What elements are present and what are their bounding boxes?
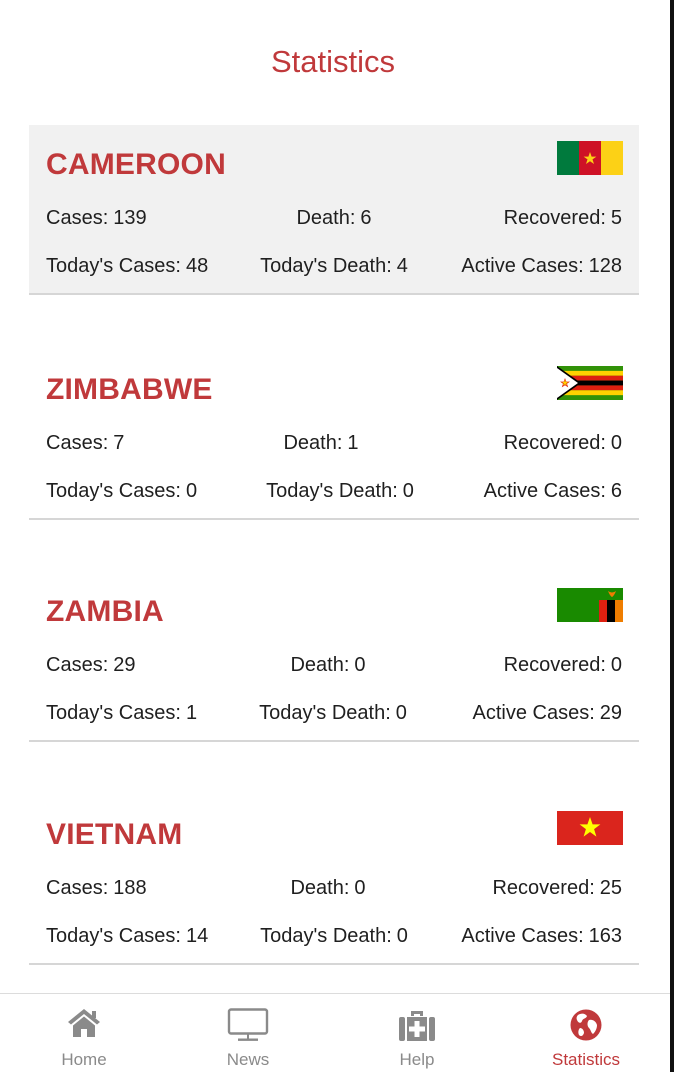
active-cases-stat: Active Cases: 128 — [461, 255, 622, 278]
death-value: 1 — [347, 432, 359, 454]
page-title: Statistics — [270, 44, 396, 79]
country-name: ZIMBABWE — [46, 373, 213, 406]
active-cases-value: 163 — [588, 925, 622, 947]
active-cases-value: 29 — [599, 702, 622, 724]
nav-item-news[interactable]: News — [164, 994, 332, 1073]
death-label: Death: — [290, 877, 350, 899]
death-value: 0 — [354, 654, 366, 676]
recovered-label: Recovered: — [503, 432, 606, 454]
recovered-stat: Recovered: 5 — [504, 207, 622, 230]
today-death-label: Today's Death: — [266, 480, 398, 502]
active-cases-stat: Active Cases: 29 — [472, 702, 622, 725]
country-name: ZAMBIA — [46, 595, 164, 628]
nav-label: Home — [61, 1050, 107, 1069]
country-card-zambia[interactable]: ZAMBIA Cases: 29 Death: 0 Recovered: 0 Toda… — [29, 572, 639, 742]
active-cases-stat: Active Cases: 6 — [484, 480, 622, 503]
nav-item-help[interactable]: Help — [333, 994, 501, 1073]
recovered-value: 25 — [599, 877, 622, 899]
nav-item-statistics[interactable]: Statistics — [502, 994, 670, 1073]
nav-label: Statistics — [551, 1050, 621, 1069]
recovered-stat: Recovered: 0 — [504, 654, 622, 677]
country-card-cameroon[interactable]: CAMEROON Cases: 139 Death: 6 Recovered: 5 T… — [29, 125, 639, 295]
zambia-flag-icon — [557, 588, 623, 622]
today-death-label: Today's Death: — [260, 925, 392, 947]
active-cases-label: Active Cases: — [461, 255, 584, 277]
vietnam-flag-icon — [557, 811, 623, 845]
today-death-value: 4 — [396, 255, 408, 277]
zimbabwe-flag-icon — [557, 366, 623, 400]
active-cases-label: Active Cases: — [483, 480, 606, 502]
death-label: Death: — [283, 432, 343, 454]
first-aid-kit-icon — [333, 1008, 501, 1041]
recovered-value: 5 — [610, 207, 622, 229]
death-value: 6 — [360, 207, 372, 229]
country-card-vietnam[interactable]: VIETNAM Cases: 188 Death: 0 Recovered: 25 T… — [29, 795, 639, 965]
recovered-value: 0 — [610, 654, 622, 676]
nav-label: News — [226, 1050, 270, 1069]
recovered-label: Recovered: — [503, 654, 606, 676]
recovered-stat: Recovered: 25 — [492, 877, 622, 900]
nav-item-home[interactable]: Home — [0, 994, 168, 1073]
active-cases-label: Active Cases: — [472, 702, 595, 724]
country-name: CAMEROON — [46, 148, 226, 181]
bottom-nav: Home News Help Statistics — [0, 993, 670, 1073]
death-label: Death: — [290, 654, 350, 676]
screen-edge — [670, 0, 674, 1072]
today-death-value: 0 — [395, 702, 407, 724]
active-cases-value: 128 — [588, 255, 622, 277]
recovered-value: 0 — [610, 432, 622, 454]
recovered-stat: Recovered: 0 — [504, 432, 622, 455]
cameroon-flag-icon — [557, 141, 623, 175]
death-label: Death: — [296, 207, 356, 229]
recovered-label: Recovered: — [492, 877, 595, 899]
nav-label: Help — [399, 1050, 435, 1069]
globe-icon — [502, 1008, 670, 1041]
country-name: VIETNAM — [46, 818, 183, 851]
recovered-label: Recovered: — [503, 207, 606, 229]
active-cases-value: 6 — [610, 480, 622, 502]
today-death-label: Today's Death: — [260, 255, 392, 277]
today-death-value: 0 — [402, 480, 414, 502]
today-death-value: 0 — [396, 925, 408, 947]
country-card-zimbabwe[interactable]: ZIMBABWE Cases: 7 Death: 1 Recovered: 0 Tod… — [29, 350, 639, 520]
active-cases-stat: Active Cases: 163 — [461, 925, 622, 948]
today-death-label: Today's Death: — [259, 702, 391, 724]
monitor-icon — [164, 1008, 332, 1041]
home-icon — [0, 1008, 168, 1040]
active-cases-label: Active Cases: — [461, 925, 584, 947]
death-value: 0 — [354, 877, 366, 899]
